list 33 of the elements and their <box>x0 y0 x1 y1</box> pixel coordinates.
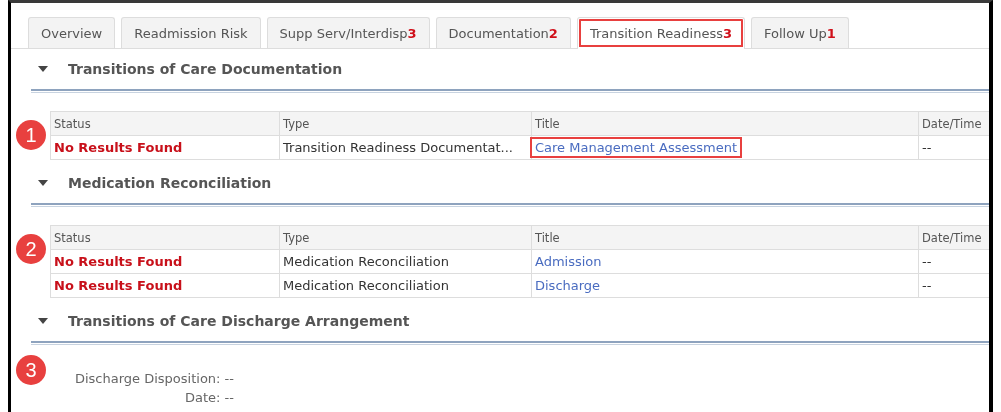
collapse-triangle-icon[interactable] <box>38 66 48 72</box>
title-link[interactable]: Discharge <box>532 277 604 294</box>
tab[interactable]: Follow Up1 <box>751 17 849 48</box>
tab[interactable]: Readmission Risk <box>121 17 261 48</box>
callout-number: 1 <box>16 120 46 150</box>
title-link[interactable]: Admission <box>532 253 605 270</box>
section-title: Transitions of Care Discharge Arrangement <box>68 313 410 329</box>
tab[interactable]: Transition Readiness3 <box>576 17 745 49</box>
column-header: Status <box>50 111 280 136</box>
column-header: Title <box>531 111 919 136</box>
section-title: Transitions of Care Documentation <box>68 61 343 77</box>
collapse-triangle-icon[interactable] <box>38 318 48 324</box>
field-line: Date: -- <box>185 390 234 405</box>
column-header: Status <box>50 225 280 250</box>
table-cell: Medication Reconciliation <box>279 249 532 274</box>
tab[interactable]: Documentation2 <box>435 17 571 48</box>
column-header: Date/Time <box>918 225 989 250</box>
status-cell: No Results Found <box>50 273 280 298</box>
callout-number: 2 <box>16 234 46 264</box>
tab[interactable]: Overview <box>28 17 116 48</box>
column-header: Title <box>531 225 919 250</box>
table-cell: Transition Readiness Documentat... <box>279 135 532 160</box>
collapse-triangle-icon[interactable] <box>38 180 48 186</box>
status-cell: No Results Found <box>50 135 280 160</box>
status-cell: No Results Found <box>50 249 280 274</box>
column-header: Date/Time <box>918 111 989 136</box>
field-line: Discharge Disposition: -- <box>74 371 234 386</box>
tab[interactable]: Supp Serv/Interdisp3 <box>266 17 430 48</box>
section-title: Medication Reconciliation <box>68 175 272 191</box>
table-cell: Medication Reconciliation <box>279 273 532 298</box>
column-header: Type <box>279 225 532 250</box>
callout-number: 3 <box>16 355 46 385</box>
column-header: Type <box>279 111 532 136</box>
